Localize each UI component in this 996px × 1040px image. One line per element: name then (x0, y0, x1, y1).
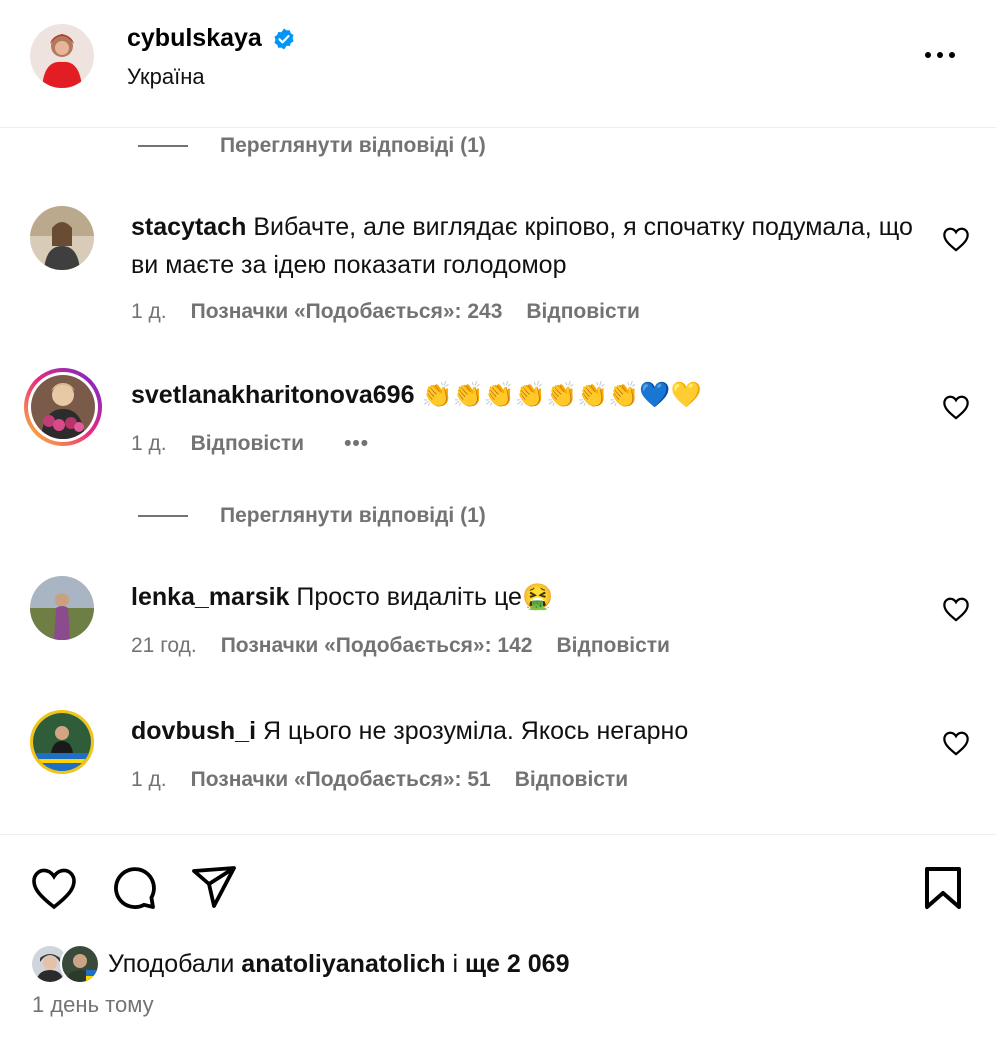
comment-username[interactable]: stacytach (131, 213, 246, 241)
comment-like-heart-icon[interactable] (942, 730, 970, 756)
liked-by-others-count[interactable]: ще 2 069 (465, 950, 570, 979)
comment-likes-count[interactable]: Позначки «Подобається»: 243 (191, 300, 503, 324)
liked-by-and: і (452, 949, 459, 978)
comment-username[interactable]: dovbush_i (131, 717, 256, 745)
comment-icon[interactable] (110, 864, 158, 912)
liked-by-prefix: Уподобали (108, 949, 235, 978)
comment-body: Я цього не зрозуміла. Якось негарно (262, 717, 689, 745)
share-icon[interactable] (190, 864, 238, 910)
post-date[interactable]: 1 день тому (32, 992, 154, 1018)
author-username-row: cybulskaya (127, 24, 296, 53)
comment-likes-count[interactable]: Позначки «Подобається»: 142 (221, 634, 533, 658)
comment-meta: 1 д. Позначки «Подобається»: 243 Відпові… (131, 300, 640, 324)
reply-button[interactable]: Відповісти (526, 300, 639, 324)
comment-like-heart-icon[interactable] (942, 394, 970, 420)
comment-text: svetlanakharitonova696 👏👏👏👏👏👏👏💙💛 (131, 376, 921, 414)
reply-button[interactable]: Відповісти (515, 768, 628, 792)
replies-divider-line (138, 515, 188, 517)
view-replies-label: Переглянути відповіді (1) (220, 504, 486, 527)
replies-divider-line (138, 145, 188, 147)
comment-meta: 21 год. Позначки «Подобається»: 142 Відп… (131, 634, 670, 658)
comment-like-heart-icon[interactable] (942, 596, 970, 622)
comment-username[interactable]: svetlanakharitonova696 (131, 381, 414, 409)
view-replies-button[interactable]: Переглянути відповіді (1) (138, 134, 486, 158)
comment-text: lenka_marsik Просто видаліть це🤮 (131, 578, 921, 616)
comment-time[interactable]: 1 д. (131, 300, 167, 324)
comment-meta: 1 д. Відповісти ••• (131, 432, 369, 456)
likes-summary: Уподобали anatoliyanatolich і ще 2 069 (30, 944, 570, 984)
comment-body: 👏👏👏👏👏👏👏💙💛 (421, 381, 702, 409)
comment-time[interactable]: 21 год. (131, 634, 197, 658)
commenter-avatar[interactable] (30, 576, 94, 640)
commenter-avatar[interactable] (30, 710, 94, 774)
reply-button[interactable]: Відповісти (556, 634, 669, 658)
reply-button[interactable]: Відповісти (191, 432, 304, 456)
bookmark-icon[interactable] (922, 866, 964, 910)
view-replies-label: Переглянути відповіді (1) (220, 134, 486, 157)
more-options-icon[interactable] (920, 40, 960, 70)
comment-time[interactable]: 1 д. (131, 768, 167, 792)
comment-likes-count[interactable]: Позначки «Подобається»: 51 (191, 768, 491, 792)
post-location[interactable]: Україна (127, 64, 205, 90)
comment-text: stacytach Вибачте, але виглядає кріпово,… (131, 208, 921, 284)
like-heart-icon[interactable] (30, 866, 78, 910)
author-username[interactable]: cybulskaya (127, 24, 262, 53)
post-header: cybulskaya Україна (0, 0, 996, 128)
likers-avatars (30, 944, 102, 984)
commenter-avatar[interactable] (30, 206, 94, 270)
comment-meta: 1 д. Позначки «Подобається»: 51 Відповіс… (131, 768, 628, 792)
comment-time[interactable]: 1 д. (131, 432, 167, 456)
story-ring-avatar[interactable] (24, 368, 102, 446)
comment-username[interactable]: lenka_marsik (131, 583, 289, 611)
comment-body: Просто видаліть це🤮 (296, 583, 554, 611)
view-replies-button[interactable]: Переглянути відповіді (1) (138, 504, 486, 528)
comment-body: Вибачте, але виглядає кріпово, я спочатк… (131, 213, 913, 279)
liker-avatar[interactable] (60, 944, 100, 984)
liked-by-username[interactable]: anatoliyanatolich (241, 950, 445, 979)
comment-more-options[interactable]: ••• (344, 432, 369, 456)
comment-text: dovbush_i Я цього не зрозуміла. Якось не… (131, 712, 921, 750)
comment-like-heart-icon[interactable] (942, 226, 970, 252)
footer-divider (0, 834, 996, 835)
author-avatar[interactable] (30, 24, 94, 88)
verified-badge-icon (274, 28, 294, 49)
